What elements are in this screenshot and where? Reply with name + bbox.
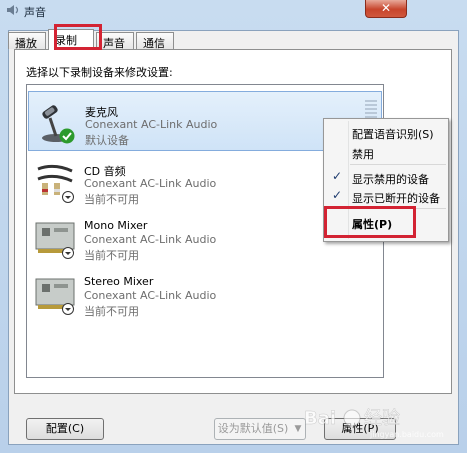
menu-item-show-disabled[interactable]: 显示禁用的设备: [352, 171, 429, 187]
unavailable-icon: [62, 247, 74, 259]
properties-button[interactable]: 属性(P): [324, 418, 396, 440]
device-name: Mono Mixer: [84, 219, 148, 232]
chevron-down-icon: ▼: [294, 424, 302, 434]
tab-playback[interactable]: 播放: [8, 32, 46, 50]
instruction-text: 选择以下录制设备来修改设置:: [26, 66, 173, 79]
check-icon: ✓: [332, 169, 343, 183]
device-status: 当前不可用: [84, 305, 139, 318]
menu-item-disable[interactable]: 禁用: [352, 146, 374, 162]
tab-label: 播放: [15, 37, 37, 50]
title-bar[interactable]: 声音 ✕: [0, 0, 467, 22]
device-row-stereo-mixer[interactable]: Stereo Mixer Conexant AC-Link Audio 当前不可…: [28, 263, 382, 323]
check-icon: ✓: [332, 188, 343, 202]
window-title: 声音: [24, 6, 46, 19]
configure-button[interactable]: 配置(C): [26, 418, 104, 440]
device-status: 当前不可用: [84, 249, 139, 262]
close-button[interactable]: ✕: [365, 0, 407, 18]
device-driver: Conexant AC-Link Audio: [84, 233, 217, 246]
set-default-button[interactable]: 设为默认值(S): [214, 418, 292, 440]
speaker-icon: [7, 5, 19, 15]
tab-label: 通信: [143, 37, 165, 50]
menu-separator: [350, 164, 446, 165]
device-status: 当前不可用: [84, 193, 139, 206]
device-status: 默认设备: [85, 134, 129, 147]
menu-item-configure-speech[interactable]: 配置语音识别(S): [352, 126, 434, 142]
set-default-dropdown[interactable]: ▼: [291, 418, 306, 440]
tab-highlight-box: [54, 24, 102, 50]
device-driver: Conexant AC-Link Audio: [84, 177, 217, 190]
device-name: Stereo Mixer: [84, 275, 154, 288]
menu-item-show-disconnected[interactable]: 显示已断开的设备: [352, 190, 440, 206]
unavailable-icon: [62, 303, 74, 315]
tab-label: 声音: [103, 37, 125, 50]
sound-dialog: 声音 ✕ 播放 录制 声音 通信 选择以下录制设备来修改设置: 麦克风 Cone…: [0, 0, 467, 453]
close-icon: ✕: [380, 1, 392, 15]
device-driver: Conexant AC-Link Audio: [85, 118, 218, 131]
default-device-check-icon: [59, 128, 75, 144]
unavailable-icon: [62, 191, 74, 203]
device-driver: Conexant AC-Link Audio: [84, 289, 217, 302]
menu-highlight-box: [324, 206, 416, 238]
tab-communications[interactable]: 通信: [136, 32, 174, 50]
